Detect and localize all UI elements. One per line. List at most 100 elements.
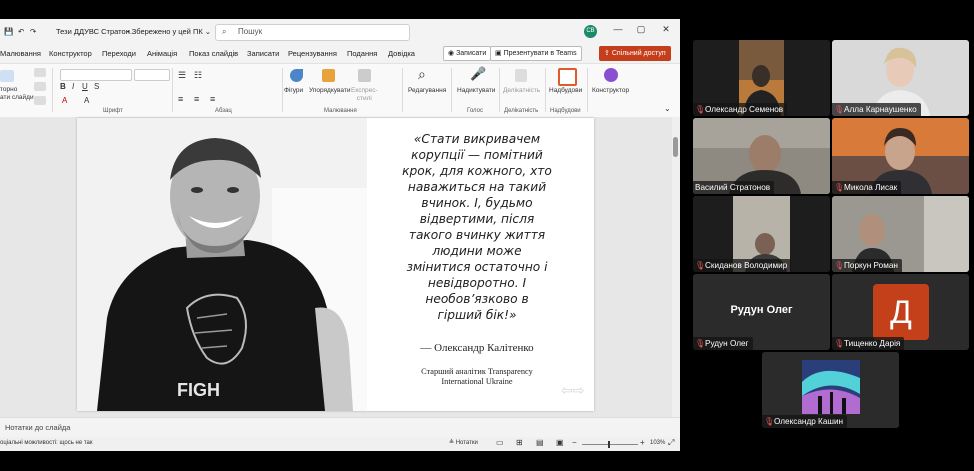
undo-icon[interactable]: ↶ (18, 27, 24, 36)
save-icon[interactable]: 💾 (4, 27, 13, 36)
collapse-ribbon-icon[interactable]: ⌄ (664, 104, 671, 113)
participant-tile[interactable]: 🎙Микола Лисак (832, 118, 969, 194)
strikethrough-icon[interactable]: S (94, 82, 99, 91)
close-button[interactable]: ✕ (656, 24, 676, 35)
notes-placeholder: Нотатки до слайда (5, 423, 71, 432)
bullets-icon[interactable]: ☰ (178, 70, 186, 81)
express-styles-icon[interactable] (358, 69, 371, 82)
participant-tile[interactable]: Д 🎙Тищенко Дарія (832, 274, 969, 350)
align-right-icon[interactable]: ≡ (210, 94, 215, 104)
notes-toggle-label: Нотатки (455, 440, 478, 446)
zoom-in-icon[interactable]: + (640, 438, 645, 447)
record-button[interactable]: ◉ Записати (443, 46, 492, 61)
minimize-button[interactable]: — (608, 24, 628, 34)
zoom-level[interactable]: 103% (650, 440, 665, 446)
slideshow-icon[interactable]: ▣ (556, 438, 564, 447)
tab-slideshow[interactable]: Показ слайдів (189, 49, 238, 58)
section-icon[interactable] (34, 96, 46, 105)
participant-tile[interactable]: 🎙Поркун Роман (832, 196, 969, 272)
highlight-icon[interactable]: A (84, 96, 89, 105)
font-name-select[interactable] (60, 69, 132, 81)
separator (499, 68, 500, 112)
shirt-text: FIGH (177, 380, 220, 400)
participant-name-text: Микола Лисак (844, 183, 898, 192)
underline-icon[interactable]: U (82, 82, 88, 91)
zoom-slider[interactable] (582, 441, 638, 448)
reading-view-icon[interactable]: ▤ (536, 438, 544, 447)
editing-label[interactable]: Редагування (408, 87, 446, 94)
tab-draw[interactable]: Малювання (0, 49, 41, 58)
separator (172, 68, 173, 112)
arrange-label[interactable]: Упорядкувати (309, 87, 350, 94)
tab-animations[interactable]: Анімація (147, 49, 177, 58)
numbering-icon[interactable]: ☷ (194, 70, 202, 81)
designer-icon[interactable] (604, 68, 618, 82)
scrollbar-thumb[interactable] (673, 137, 678, 157)
participant-tile[interactable]: Рудун Олег 🎙Рудун Олег (693, 274, 830, 350)
notes-pane[interactable]: Нотатки до слайда (0, 417, 680, 438)
separator (545, 68, 546, 112)
record-label: Записати (456, 50, 487, 57)
participant-tile-active[interactable]: Василий Стратонов (693, 118, 830, 194)
arrange-icon[interactable] (322, 69, 335, 82)
document-title: Тези ДДУВС Стратон... (56, 27, 137, 36)
slide-sorter-icon[interactable]: ⊞ (516, 438, 523, 447)
tab-review[interactable]: Рецензування (288, 49, 337, 58)
save-status[interactable]: • Збережено у цей ПК ⌄ (127, 27, 211, 36)
participant-name: 🎙Скиданов Володимир (693, 259, 792, 272)
redo-icon[interactable]: ↷ (30, 27, 36, 36)
participant-name-text: Поркун Роман (844, 261, 898, 270)
express-styles-label[interactable]: Експрес- стилі (351, 87, 378, 103)
magnifier-icon[interactable]: ⌕ (418, 66, 426, 83)
tab-transitions[interactable]: Переходи (102, 49, 136, 58)
tab-record[interactable]: Записати (247, 49, 279, 58)
sensitivity-icon[interactable] (515, 69, 527, 82)
bold-icon[interactable]: B (60, 82, 66, 91)
normal-view-icon[interactable]: ▭ (496, 438, 504, 447)
search-box[interactable]: ⌕ Пошук (215, 24, 410, 41)
new-slide-label[interactable]: торно ати слайди (0, 86, 34, 102)
accessibility-status[interactable]: оціальні можливості: щось не так (0, 440, 92, 446)
notes-toggle-button[interactable]: ≜ Нотатки (449, 439, 478, 446)
sensitivity-label[interactable]: Делікатність (503, 87, 540, 94)
dictate-label[interactable]: Надиктувати (457, 87, 495, 94)
tab-help[interactable]: Довідка (388, 49, 415, 58)
designer-label[interactable]: Конструктор (592, 87, 629, 94)
avatar[interactable]: СВ (584, 25, 597, 38)
ribbon: торно ати слайди B I U S A A Шрифт ☰ ☷ ≡… (0, 63, 680, 118)
shapes-icon[interactable] (290, 69, 303, 82)
participant-tile[interactable]: 🎙Олександр Семенов (693, 40, 830, 116)
tab-design[interactable]: Конструктор (49, 49, 92, 58)
addins-icon[interactable] (558, 68, 577, 86)
search-placeholder: Пошук (238, 27, 263, 36)
vertical-scrollbar[interactable] (672, 117, 680, 417)
slide[interactable]: FIGH «Стати викривачем корупції — помітн… (77, 118, 594, 411)
layout-icon[interactable] (34, 68, 46, 77)
font-color-icon[interactable]: A (62, 96, 67, 105)
maximize-button[interactable]: ▢ (631, 24, 651, 35)
search-icon: ⌕ (222, 27, 227, 36)
tab-view[interactable]: Подання (347, 49, 377, 58)
align-center-icon[interactable]: ≡ (194, 94, 199, 104)
addins-label[interactable]: Надбудови (549, 87, 582, 94)
participant-tile[interactable]: 🎙Скиданов Володимир (693, 196, 830, 272)
shapes-label[interactable]: Фігури (284, 87, 303, 94)
fit-slide-icon[interactable]: ⤢ (668, 438, 674, 448)
new-slide-icon[interactable] (0, 70, 14, 82)
separator (282, 68, 283, 112)
participant-name-text: Олександр Кашин (774, 417, 844, 426)
zoom-slider-thumb[interactable] (608, 441, 610, 448)
font-size-select[interactable] (134, 69, 170, 81)
microphone-icon[interactable]: 🎤 (470, 66, 486, 82)
participant-tile[interactable]: 🎙Алла Карнаушенко (832, 40, 969, 116)
present-teams-button[interactable]: ▣ Презентувати в Teams (490, 46, 582, 61)
italic-icon[interactable]: I (72, 82, 74, 91)
participant-tile[interactable]: 🎙Олександр Кашин (762, 352, 899, 428)
mic-off-icon: 🎙 (834, 339, 845, 348)
teams-icon: ▣ (495, 50, 504, 57)
align-left-icon[interactable]: ≡ (178, 94, 183, 104)
share-button[interactable]: ⇪ Спільний доступ (599, 46, 671, 61)
reset-icon[interactable] (34, 82, 46, 91)
zoom-out-icon[interactable]: − (572, 438, 577, 447)
powerpoint-window: 💾 ↶ ↷ Тези ДДУВС Стратон... • Збережено … (0, 19, 680, 451)
